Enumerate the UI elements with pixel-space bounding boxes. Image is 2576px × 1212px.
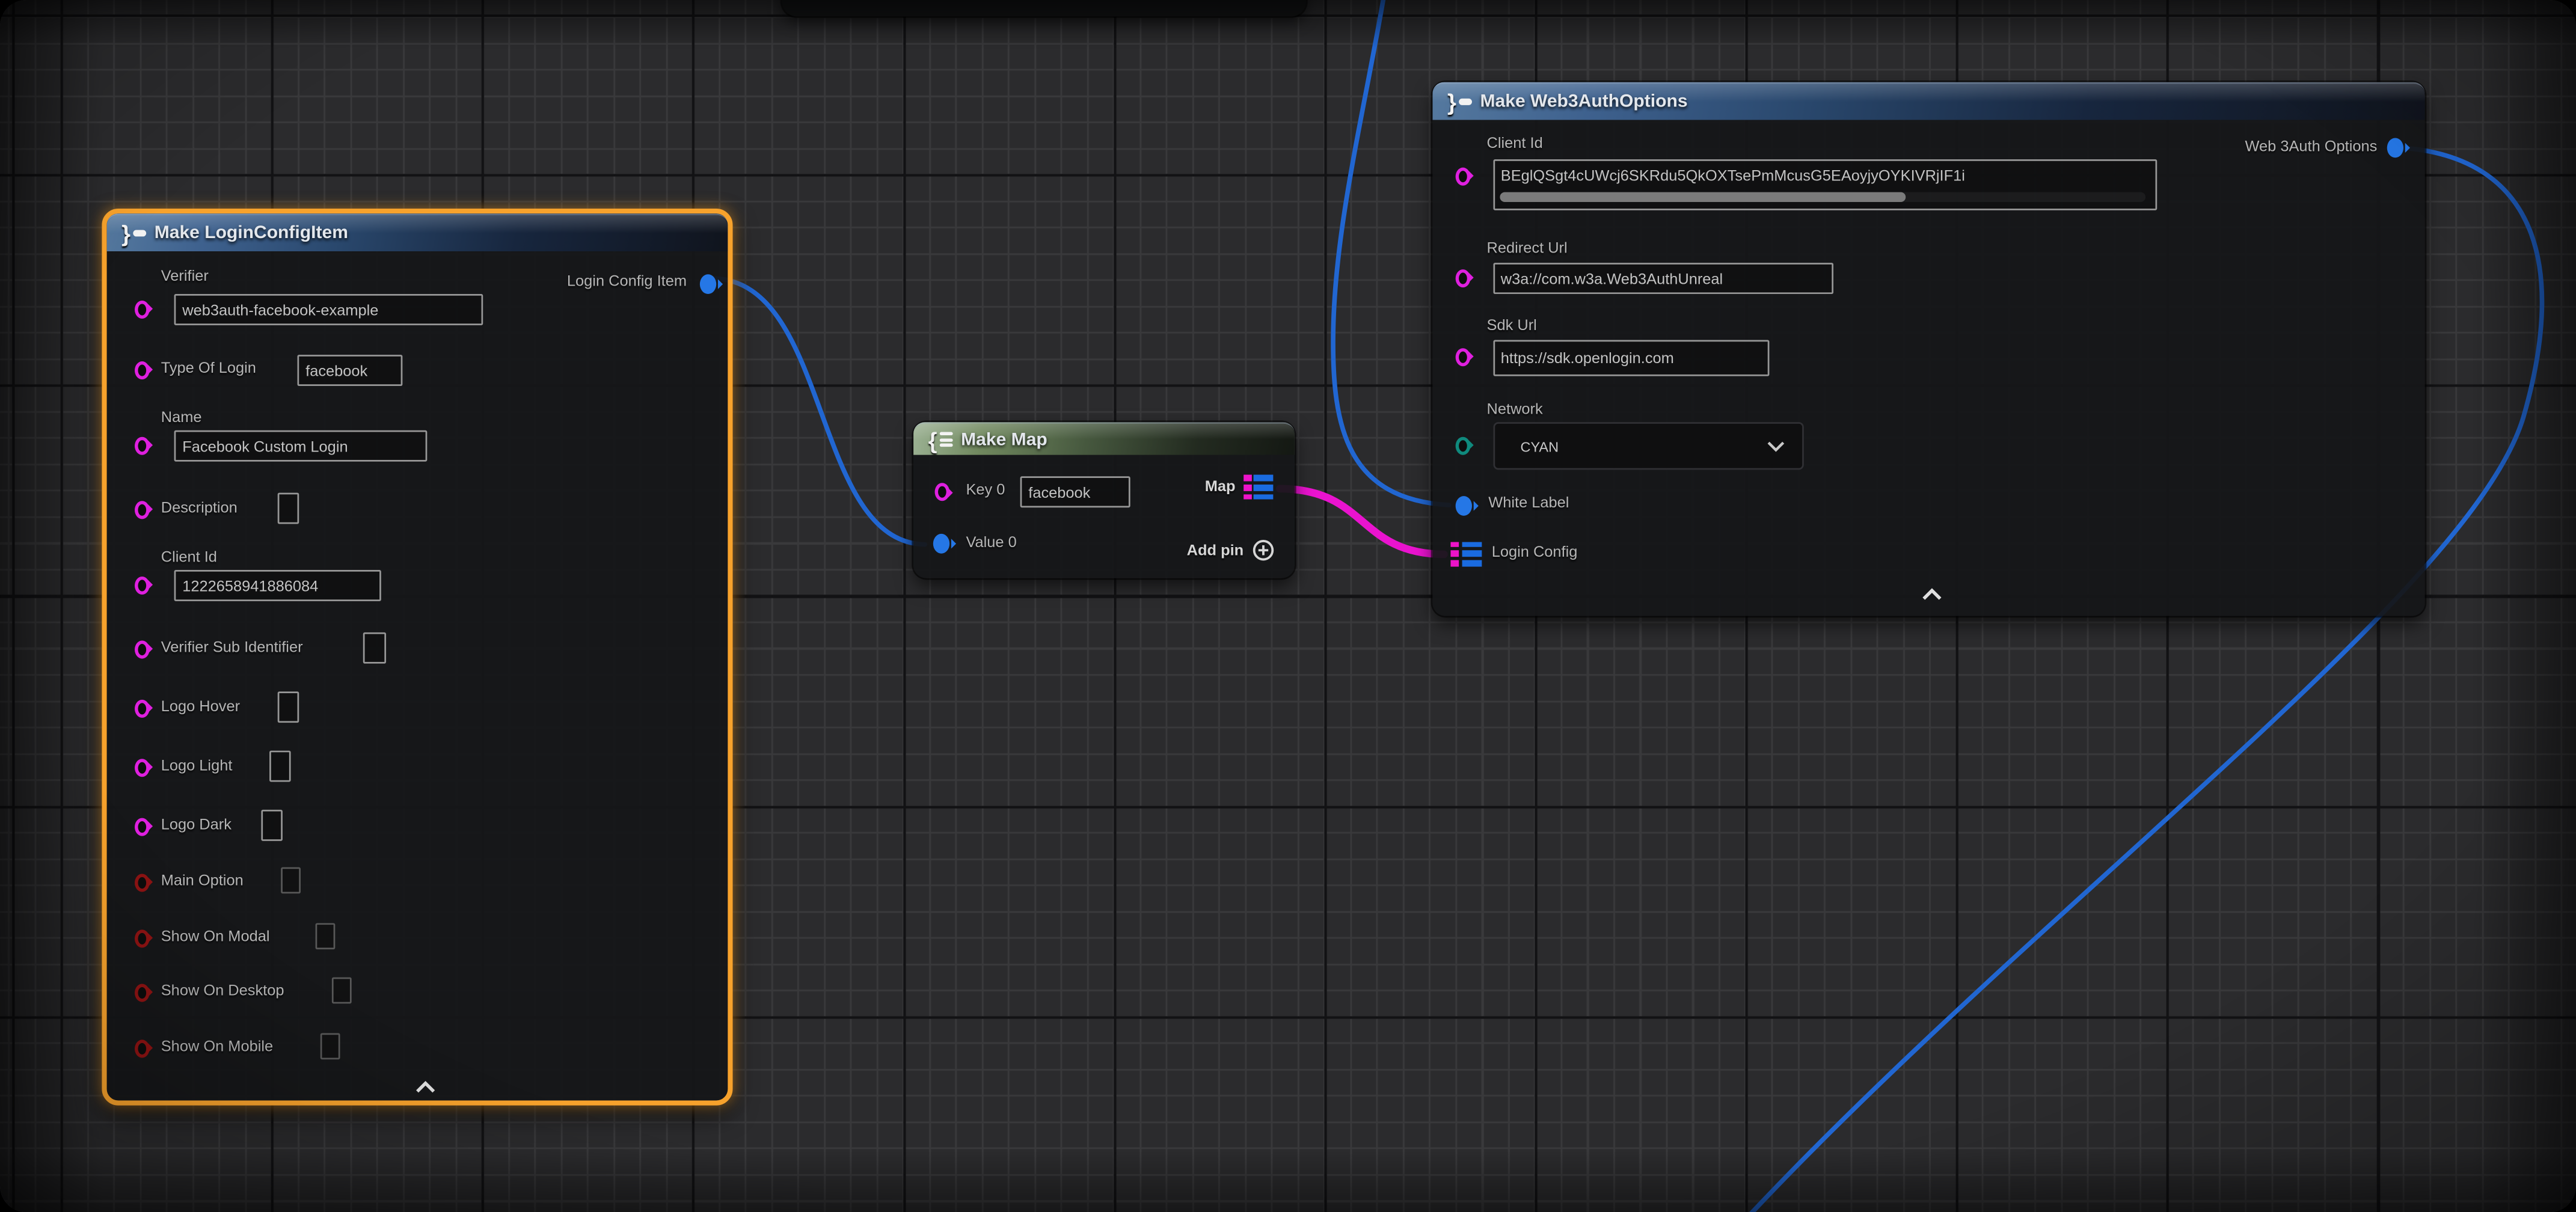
- make-map-icon: {: [928, 431, 953, 447]
- pin-label-web3auth-options-out: Web 3Auth Options: [2245, 138, 2378, 154]
- pin-label-verifier: Verifier: [161, 268, 209, 284]
- input-client-id[interactable]: 1222658941886084: [174, 570, 381, 601]
- pin-label-main-option: Main Option: [161, 872, 244, 889]
- input-logo-dark[interactable]: [261, 810, 283, 841]
- add-pin-label: Add pin: [1187, 542, 1244, 559]
- pin-label-show-on-modal: Show On Modal: [161, 928, 270, 944]
- node-title: Make Web3AuthOptions: [1480, 92, 1687, 112]
- client-id-text: BEglQSgt4cUWcj6SKRdu5QkOXTsePmMcusG5EAoy…: [1501, 167, 1965, 183]
- wire-loginconfigitem-to-value0[interactable]: [713, 278, 925, 545]
- pin-label-login-config-item: Login Config Item: [567, 273, 687, 289]
- pin-label-logo-hover: Logo Hover: [161, 698, 240, 714]
- checkbox-show-on-mobile[interactable]: [320, 1033, 340, 1059]
- add-pin-button[interactable]: Add pin: [1187, 539, 1275, 562]
- pin-out-web3auth-options[interactable]: [2387, 138, 2403, 158]
- pin-label-show-on-desktop: Show On Desktop: [161, 982, 284, 999]
- node-make-web3authoptions: } Make Web3AuthOptions Web 3Auth Options…: [1432, 82, 2424, 616]
- pin-label-white-label: White Label: [1488, 494, 1569, 510]
- network-dropdown[interactable]: CYAN: [1492, 422, 1803, 470]
- graph-viewport[interactable]: } Make LoginConfigItem Verifier web3auth…: [0, 0, 2576, 1212]
- pin-label-type-of-login: Type Of Login: [161, 360, 256, 376]
- make-struct-icon: }: [1447, 94, 1472, 110]
- pin-label-sdk-url: Sdk Url: [1487, 317, 1537, 333]
- input-redirect-url[interactable]: w3a://com.w3a.Web3AuthUnreal: [1492, 262, 1833, 294]
- input-description[interactable]: [278, 493, 299, 524]
- pin-label-show-on-mobile: Show On Mobile: [161, 1038, 273, 1054]
- pin-out-login-config-item[interactable]: [700, 274, 716, 294]
- pin-label-name: Name: [161, 409, 202, 425]
- pin-logo-hover[interactable]: [135, 699, 150, 717]
- checkbox-main-option[interactable]: [281, 868, 301, 894]
- pin-show-on-desktop[interactable]: [135, 983, 150, 1001]
- input-logo-light[interactable]: [269, 751, 291, 782]
- pin-label-verifier-sub-identifier: Verifier Sub Identifier: [161, 639, 303, 655]
- pin-main-option[interactable]: [135, 873, 150, 891]
- client-id-scrollbar[interactable]: [1499, 191, 2145, 202]
- chevron-down-icon: [1765, 440, 1785, 451]
- node-header-make-map[interactable]: { Make Map: [913, 422, 1295, 455]
- pin-login-config-icon[interactable]: [1450, 541, 1481, 566]
- pin-logo-light[interactable]: [135, 758, 150, 776]
- pin-client-id[interactable]: [1456, 167, 1471, 185]
- pin-redirect-url[interactable]: [1456, 269, 1471, 287]
- pin-show-on-modal[interactable]: [135, 929, 150, 947]
- pin-name[interactable]: [135, 436, 150, 454]
- node-make-loginconfigitem: } Make LoginConfigItem Verifier web3auth…: [102, 209, 732, 1106]
- pin-white-label[interactable]: [1456, 495, 1472, 515]
- pin-type-of-login[interactable]: [135, 361, 150, 379]
- pin-label-value0: Value 0: [966, 534, 1016, 550]
- input-verifier-sub-identifier[interactable]: [363, 632, 386, 664]
- pin-verifier[interactable]: [135, 300, 150, 318]
- pin-label-client-id: Client Id: [1487, 135, 1543, 151]
- node-title: Make Map: [961, 429, 1047, 449]
- add-pin-plus-icon: [1252, 539, 1275, 562]
- input-logo-hover[interactable]: [278, 691, 299, 723]
- input-sdk-url[interactable]: https://sdk.openlogin.com: [1492, 339, 1768, 375]
- pin-verifier-sub-identifier[interactable]: [135, 640, 150, 658]
- input-verifier[interactable]: web3auth-facebook-example: [174, 294, 483, 325]
- pin-label-map-out: Map: [1205, 478, 1236, 494]
- pin-label-network: Network: [1487, 401, 1543, 417]
- network-dropdown-value: CYAN: [1521, 438, 1559, 454]
- pin-label-key0: Key 0: [966, 482, 1005, 498]
- checkbox-show-on-desktop[interactable]: [332, 978, 352, 1004]
- pin-show-on-mobile[interactable]: [135, 1039, 150, 1057]
- node-title: Make LoginConfigItem: [155, 224, 348, 243]
- node-header-make-loginconfigitem[interactable]: } Make LoginConfigItem: [107, 213, 728, 251]
- wire-map-to-loginconfig[interactable]: [1280, 489, 1444, 554]
- pin-label-login-config: Login Config: [1492, 543, 1578, 560]
- wire-top-to-whitelabel[interactable]: [1333, 0, 1449, 505]
- pin-label-logo-light: Logo Light: [161, 757, 233, 773]
- input-client-id[interactable]: BEglQSgt4cUWcj6SKRdu5QkOXTsePmMcusG5EAoy…: [1492, 159, 2156, 210]
- collapse-chevron-icon[interactable]: [1921, 588, 1943, 601]
- node-make-map: { Make Map Key 0 facebook Map Value 0 Ad…: [913, 422, 1295, 578]
- pin-logo-dark[interactable]: [135, 817, 150, 835]
- pin-label-client-id: Client Id: [161, 549, 217, 565]
- collapse-chevron-icon[interactable]: [414, 1081, 437, 1094]
- pin-sdk-url[interactable]: [1456, 347, 1471, 366]
- input-name[interactable]: Facebook Custom Login: [174, 430, 428, 462]
- pin-network[interactable]: [1456, 436, 1471, 454]
- input-type-of-login[interactable]: facebook: [298, 354, 403, 385]
- offscreen-node-top[interactable]: [782, 0, 1306, 16]
- pin-value0[interactable]: [933, 534, 949, 554]
- pin-out-map-icon[interactable]: [1243, 475, 1274, 500]
- blueprint-graph-canvas[interactable]: } Make LoginConfigItem Verifier web3auth…: [0, 0, 2576, 1212]
- pin-label-logo-dark: Logo Dark: [161, 816, 232, 833]
- input-key0[interactable]: facebook: [1020, 476, 1130, 507]
- pin-client-id[interactable]: [135, 576, 150, 594]
- make-struct-icon: }: [121, 225, 146, 241]
- pin-label-description: Description: [161, 500, 238, 516]
- pin-label-redirect-url: Redirect Url: [1487, 240, 1568, 256]
- checkbox-show-on-modal[interactable]: [316, 923, 336, 949]
- pin-key0[interactable]: [935, 483, 950, 501]
- pin-description[interactable]: [135, 500, 150, 518]
- node-header-make-web3authoptions[interactable]: } Make Web3AuthOptions: [1432, 82, 2424, 120]
